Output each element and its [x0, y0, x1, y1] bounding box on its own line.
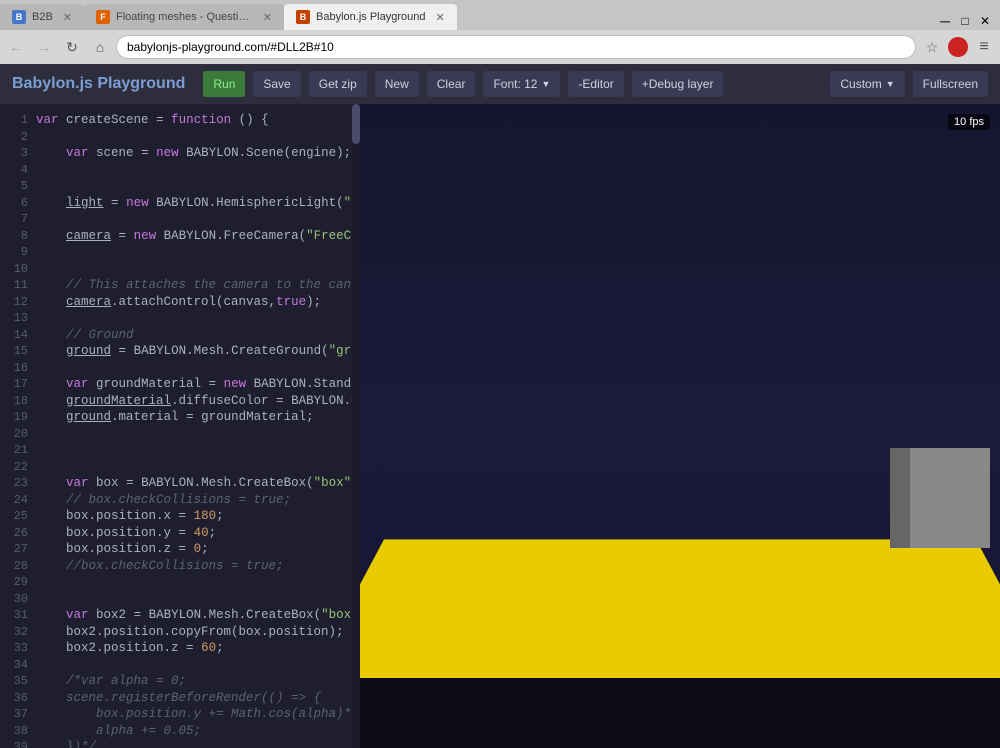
code-line-27: box.position.z = 0;: [36, 541, 360, 558]
app-toolbar: Babylon.js Playground Run Save Get zip N…: [0, 64, 1000, 104]
main-content: 12345 678910 1112131415 1617181920 21222…: [0, 104, 1000, 748]
code-line-11: // This attaches the camera to the canva: [36, 277, 360, 294]
code-line-10: [36, 261, 360, 278]
forward-button[interactable]: →: [32, 35, 56, 59]
code-line-22: [36, 459, 360, 476]
address-input[interactable]: [116, 35, 916, 59]
code-editor[interactable]: 12345 678910 1112131415 1617181920 21222…: [0, 104, 360, 748]
code-line-2: [36, 129, 360, 146]
code-line-7: [36, 211, 360, 228]
tab-babylon-label: Babylon.js Playground: [316, 11, 425, 23]
fullscreen-button[interactable]: Fullscreen: [913, 71, 988, 97]
browser-chrome: B B2B ✕ F Floating meshes - Questions...…: [0, 0, 1000, 64]
code-line-9: [36, 244, 360, 261]
scene-3d: [360, 104, 1000, 748]
home-button[interactable]: ⌂: [88, 35, 112, 59]
ground-plane: [360, 539, 1000, 678]
tab-bar: B B2B ✕ F Floating meshes - Questions...…: [0, 0, 1000, 30]
code-line-29: [36, 574, 360, 591]
code-line-25: box.position.x = 180;: [36, 508, 360, 525]
code-line-38: alpha += 0.05;: [36, 723, 360, 740]
code-line-34: [36, 657, 360, 674]
back-button[interactable]: ←: [4, 35, 28, 59]
code-line-13: [36, 310, 360, 327]
tab-babylon[interactable]: B Babylon.js Playground ✕: [284, 4, 457, 30]
gray-box-side: [890, 448, 910, 548]
getzip-button[interactable]: Get zip: [309, 71, 367, 97]
editor-button[interactable]: -Editor: [568, 71, 623, 97]
extension-icon[interactable]: [948, 37, 968, 57]
code-line-18: groundMaterial.diffuseColor = BABYLON.Co…: [36, 393, 360, 410]
custom-button[interactable]: Custom: [830, 71, 904, 97]
code-line-19: ground.material = groundMaterial;: [36, 409, 360, 426]
scrollbar-thumb[interactable]: [352, 104, 360, 144]
new-button[interactable]: New: [375, 71, 419, 97]
editor-scrollbar[interactable]: [352, 104, 360, 748]
code-content: 12345 678910 1112131415 1617181920 21222…: [0, 104, 360, 748]
tab-b2b-label: B2B: [32, 11, 53, 23]
code-line-1: var createScene = function () {: [36, 112, 360, 129]
code-line-32: box2.position.copyFrom(box.position);: [36, 624, 360, 641]
viewport: 10 fps: [360, 104, 1000, 748]
save-button[interactable]: Save: [253, 71, 300, 97]
debug-button[interactable]: +Debug layer: [632, 71, 724, 97]
tab-floating-label: Floating meshes - Questions...: [116, 11, 253, 23]
code-line-23: var box = BABYLON.Mesh.CreateBox("box", …: [36, 475, 360, 492]
code-line-20: [36, 426, 360, 443]
tab-b2b-close[interactable]: ✕: [63, 11, 72, 24]
code-line-8: camera = new BABYLON.FreeCamera("FreeCam…: [36, 228, 360, 245]
bookmark-button[interactable]: ☆: [920, 35, 944, 59]
font-button[interactable]: Font: 12: [483, 71, 560, 97]
clear-button[interactable]: Clear: [427, 71, 476, 97]
code-line-24: // box.checkCollisions = true;: [36, 492, 360, 509]
code-line-37: box.position.y += Math.cos(alpha)*0.5;: [36, 706, 360, 723]
code-line-21: [36, 442, 360, 459]
code-line-15: ground = BABYLON.Mesh.CreateGround("grou…: [36, 343, 360, 360]
run-button[interactable]: Run: [203, 71, 245, 97]
line-numbers: 12345 678910 1112131415 1617181920 21222…: [0, 104, 36, 748]
tab-floating-close[interactable]: ✕: [263, 11, 272, 24]
dark-strip: [360, 678, 1000, 748]
code-line-35: /*var alpha = 0;: [36, 673, 360, 690]
code-line-12: camera.attachControl(canvas, true);: [36, 294, 360, 311]
refresh-button[interactable]: ↻: [60, 35, 84, 59]
code-line-36: scene.registerBeforeRender(() => {: [36, 690, 360, 707]
code-line-31: var box2 = BABYLON.Mesh.CreateBox("box2"…: [36, 607, 360, 624]
code-line-5: [36, 178, 360, 195]
gray-box: [910, 448, 990, 548]
code-line-4: [36, 162, 360, 179]
code-text[interactable]: var createScene = function () { var scen…: [36, 104, 360, 748]
code-line-6: light = new BABYLON.HemisphericLight("li…: [36, 195, 360, 212]
tab-b2b-favicon: B: [12, 10, 26, 24]
app-title: Babylon.js Playground: [12, 75, 185, 93]
tab-babylon-close[interactable]: ✕: [435, 11, 444, 24]
code-line-33: box2.position.z = 60;: [36, 640, 360, 657]
menu-button[interactable]: ≡: [972, 35, 996, 59]
window-maximize[interactable]: □: [956, 12, 974, 30]
code-line-39: })*/: [36, 739, 360, 748]
window-controls: ─ □ ✕: [930, 12, 1000, 30]
tab-floating[interactable]: F Floating meshes - Questions... ✕: [84, 4, 284, 30]
window-minimize[interactable]: ─: [936, 12, 954, 30]
code-line-14: // Ground: [36, 327, 360, 344]
tab-b2b[interactable]: B B2B ✕: [0, 4, 84, 30]
code-line-16: [36, 360, 360, 377]
tab-babylon-favicon: B: [296, 10, 310, 24]
code-line-3: var scene = new BABYLON.Scene(engine);: [36, 145, 360, 162]
code-line-28: //box.checkCollisions = true;: [36, 558, 360, 575]
code-line-17: var groundMaterial = new BABYLON.Standar…: [36, 376, 360, 393]
code-line-30: [36, 591, 360, 608]
code-line-26: box.position.y = 40;: [36, 525, 360, 542]
window-close[interactable]: ✕: [976, 12, 994, 30]
address-bar-row: ← → ↻ ⌂ ☆ ≡: [0, 30, 1000, 64]
tab-floating-favicon: F: [96, 10, 110, 24]
fps-counter: 10 fps: [948, 114, 990, 130]
